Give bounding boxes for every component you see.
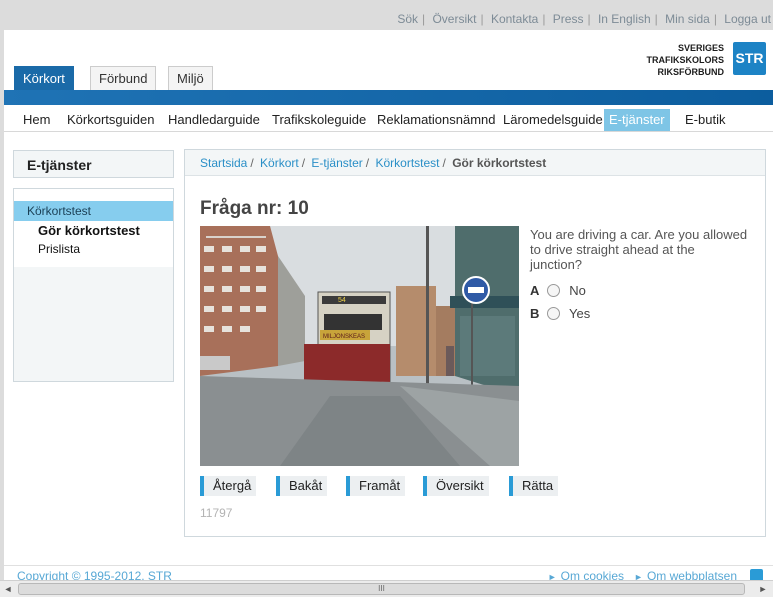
option-letter: A: [530, 283, 540, 298]
str-logo[interactable]: SVERIGES TRAFIKSKOLORS RIKSFÖRBUND STR: [640, 42, 766, 78]
utility-links: Sök | Översikt | Kontakta | Press | In Engli…: [397, 12, 771, 26]
nav-handledarguide[interactable]: Handledarguide: [163, 109, 265, 131]
link-press[interactable]: Press: [553, 12, 584, 26]
sidebar-item-korkortstest[interactable]: Körkortstest: [14, 201, 173, 221]
page: SVERIGES TRAFIKSKOLORS RIKSFÖRBUND STR K…: [4, 30, 773, 597]
link-kontakta[interactable]: Kontakta: [491, 12, 538, 26]
nav-reklamationsnamnd[interactable]: Reklamationsnämnd: [372, 109, 501, 131]
link-oversikt[interactable]: Översikt: [432, 12, 476, 26]
main-content: Startsida / Körkort / E-tjänster / Körkorts…: [184, 149, 766, 537]
breadcrumb-korkort[interactable]: Körkort: [260, 156, 299, 170]
sidebar-item-gor-korkortstest[interactable]: Gör körkortstest: [38, 223, 140, 238]
option-a-radio[interactable]: [546, 284, 560, 297]
link-logga-ut[interactable]: Logga ut: [724, 12, 771, 26]
nav-e-butik[interactable]: E-butik: [680, 109, 730, 131]
nav-trafikskoleguide[interactable]: Trafikskoleguide: [267, 109, 371, 131]
logo-text-line3: RIKSFÖRBUND: [657, 67, 725, 77]
breadcrumb-korkortstest[interactable]: Körkortstest: [375, 156, 439, 170]
nav-hem[interactable]: Hem: [18, 109, 55, 131]
nav-laromedelsguide[interactable]: Läromedelsguide: [498, 109, 608, 131]
breadcrumb-startsida[interactable]: Startsida: [200, 156, 247, 170]
breadcrumb-current: Gör körkortstest: [452, 156, 547, 170]
horizontal-scrollbar[interactable]: ◄ III ►: [0, 580, 773, 597]
link-in-english[interactable]: In English: [598, 12, 651, 26]
tab-miljo[interactable]: Miljö: [168, 66, 213, 91]
logo-mark: STR: [733, 42, 766, 75]
scroll-left-icon[interactable]: ◄: [2, 583, 14, 595]
option-letter: B: [530, 306, 540, 321]
photo-bus-number: 54: [338, 297, 346, 304]
logo-text-line2: TRAFIKSKOLORS: [646, 55, 725, 65]
option-label: Yes: [569, 306, 591, 321]
option-b: B Yes: [530, 306, 590, 321]
scrollbar-thumb[interactable]: III: [18, 583, 745, 595]
correct-button[interactable]: Rätta: [509, 476, 559, 496]
previous-button[interactable]: Bakåt: [276, 476, 328, 496]
back-to-button[interactable]: Återgå: [200, 476, 257, 496]
nav-korkortsguiden[interactable]: Körkortsguiden: [62, 109, 159, 131]
breadcrumb-e-tjanster[interactable]: E-tjänster: [311, 156, 362, 170]
option-a: A No: [530, 283, 586, 298]
scroll-right-icon[interactable]: ►: [757, 583, 769, 595]
question-id: 11797: [200, 506, 233, 520]
sidebar-item-prislista[interactable]: Prislista: [38, 242, 80, 256]
overview-button[interactable]: Översikt: [423, 476, 489, 496]
logo-text-line1: SVERIGES: [677, 43, 724, 53]
sidebar-menu: Körkortstest Gör körkortstest Prislista: [13, 188, 174, 382]
option-b-radio[interactable]: [546, 307, 560, 320]
nav-e-tjanster[interactable]: E-tjänster: [604, 109, 670, 131]
main-nav: Hem Körkortsguiden Handledarguide Trafik…: [4, 105, 773, 132]
question-title: Fråga nr: 10: [200, 198, 309, 219]
tab-forbund[interactable]: Förbund: [90, 66, 157, 91]
header-band: [4, 90, 773, 105]
next-button[interactable]: Framåt: [346, 476, 406, 496]
option-label: No: [569, 283, 586, 298]
tab-korkort[interactable]: Körkort: [14, 66, 74, 91]
photo-bus-sign: MILJONSKEAS: [323, 334, 365, 340]
question-photo: 54 MILJONSKEAS: [200, 226, 519, 466]
sidebar-title: E-tjänster: [13, 150, 174, 178]
link-sok[interactable]: Sök: [397, 12, 418, 26]
top-utility-bar: Sök | Översikt | Kontakta | Press | In Engli…: [0, 0, 773, 30]
link-min-sida[interactable]: Min sida: [665, 12, 710, 26]
breadcrumb: Startsida / Körkort / E-tjänster / Körkorts…: [185, 150, 765, 176]
question-text: You are driving a car. Are you allowed t…: [530, 227, 748, 272]
